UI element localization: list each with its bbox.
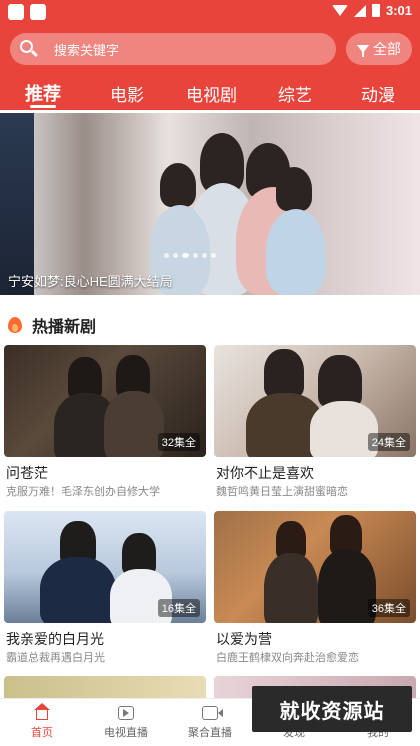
notification-icon (8, 4, 24, 20)
card-thumbnail: 32集全 (4, 345, 206, 457)
banner-figure (160, 163, 196, 207)
notification-icon (30, 4, 46, 20)
tab-indicator (30, 105, 56, 108)
status-bar: 3:01 (0, 0, 420, 26)
nav-label: 首页 (31, 727, 53, 739)
drama-card[interactable]: 16集全 我亲爱的白月光 霸道总裁再遇白月光 (4, 511, 206, 664)
episode-badge: 24集全 (367, 433, 410, 451)
header-bar: 3:01 搜索关键字 全部 推荐 电影 电视剧 综艺 动漫 (0, 0, 420, 110)
home-icon (34, 703, 50, 720)
banner-caption: 宁安如梦:良心HE圆满大结局 (8, 274, 173, 289)
banner-figure (266, 209, 326, 295)
card-thumbnail: 24集全 (214, 345, 416, 457)
category-tabs: 推荐 电影 电视剧 综艺 动漫 (0, 76, 420, 110)
search-placeholder: 搜索关键字 (54, 42, 120, 58)
card-subtitle: 白鹿王鹤棣双向奔赴治愈爱恋 (216, 652, 359, 664)
search-icon (20, 40, 38, 58)
camera-icon (202, 706, 223, 720)
card-title: 以爱为营 (216, 631, 272, 647)
card-subtitle: 霸道总裁再遇白月光 (6, 652, 105, 664)
section-header: 热播新剧 (8, 314, 96, 336)
episode-badge: 16集全 (157, 599, 200, 617)
search-input[interactable]: 搜索关键字 (10, 33, 336, 65)
episode-badge: 36集全 (367, 599, 410, 617)
nav-aggregate-live[interactable]: 聚合直播 (168, 699, 252, 746)
nav-tv-live[interactable]: 电视直播 (84, 699, 168, 746)
battery-icon (371, 4, 380, 17)
tab-recommend[interactable]: 推荐 (25, 80, 61, 106)
tab-variety[interactable]: 综艺 (278, 81, 312, 106)
tab-anime[interactable]: 动漫 (361, 81, 395, 106)
banner-prev-slide (0, 113, 34, 295)
hero-banner[interactable]: 宁安如梦:良心HE圆满大结局 (0, 113, 420, 295)
card-subtitle: 魏哲鸣黄日莹上演甜蜜暗恋 (216, 486, 348, 498)
drama-card[interactable]: 32集全 问苍茫 克服万难！毛泽东创办自修大学 (4, 345, 206, 498)
card-title: 对你不止是喜欢 (216, 465, 314, 481)
card-title: 问苍茫 (6, 465, 48, 481)
nav-label: 聚合直播 (188, 727, 232, 739)
nav-home[interactable]: 首页 (0, 699, 84, 746)
episode-badge: 32集全 (157, 433, 200, 451)
tab-tv-series[interactable]: 电视剧 (186, 81, 237, 106)
filter-label: 全部 (373, 41, 401, 57)
tv-icon (118, 706, 134, 720)
filter-icon (357, 45, 369, 57)
section-title: 热播新剧 (32, 319, 97, 336)
drama-card[interactable]: 36集全 以爱为营 白鹿王鹤棣双向奔赴治愈爱恋 (214, 511, 416, 664)
card-subtitle: 克服万难！毛泽东创办自修大学 (6, 486, 160, 498)
card-thumbnail: 36集全 (214, 511, 416, 623)
banner-pager (164, 253, 216, 258)
nav-label: 电视直播 (104, 727, 148, 739)
filter-button[interactable]: 全部 (346, 33, 412, 65)
card-title: 我亲爱的白月光 (6, 631, 104, 647)
status-time: 3:01 (385, 3, 412, 18)
card-thumbnail: 16集全 (4, 511, 206, 623)
drama-card[interactable]: 24集全 对你不止是喜欢 魏哲鸣黄日莹上演甜蜜暗恋 (214, 345, 416, 498)
tab-movie[interactable]: 电影 (110, 81, 144, 106)
fire-icon (8, 317, 22, 333)
wifi-icon (331, 5, 348, 16)
signal-icon (353, 4, 366, 17)
drama-card-partial[interactable] (4, 676, 206, 698)
watermark-overlay: 就收资源站 (252, 686, 412, 732)
banner-figure (276, 167, 312, 211)
